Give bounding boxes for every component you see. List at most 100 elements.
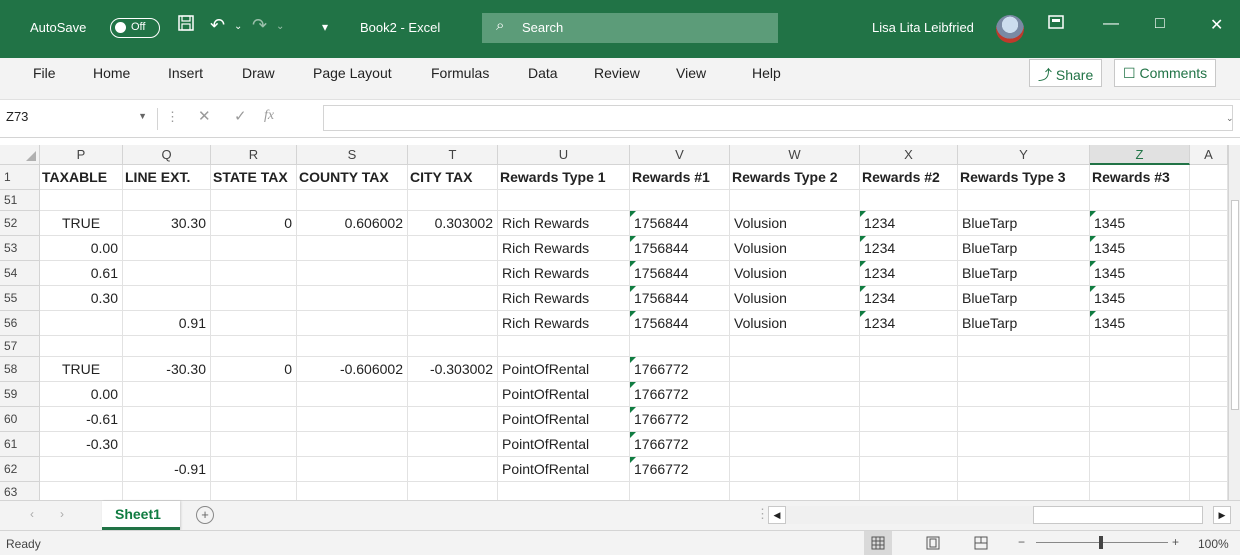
- cell-x55[interactable]: 1234: [860, 286, 958, 311]
- row-header-59[interactable]: 59: [0, 382, 40, 407]
- cell-z62[interactable]: [1090, 457, 1190, 482]
- cell-a54[interactable]: [1190, 261, 1228, 286]
- cell-w58[interactable]: [730, 357, 860, 382]
- cell-v62[interactable]: 1766772: [630, 457, 730, 482]
- cell-v59[interactable]: 1766772: [630, 382, 730, 407]
- cell-a56[interactable]: [1190, 311, 1228, 336]
- cell-p60[interactable]: -0.61: [40, 407, 123, 432]
- cell-r55[interactable]: [211, 286, 297, 311]
- cell-p58[interactable]: TRUE: [40, 357, 123, 382]
- cell-y61[interactable]: [958, 432, 1090, 457]
- cell-z52[interactable]: 1345: [1090, 211, 1190, 236]
- column-header-x[interactable]: X: [860, 145, 958, 165]
- cell-a52[interactable]: [1190, 211, 1228, 236]
- row-header-57[interactable]: 57: [0, 336, 40, 357]
- cell-u60[interactable]: PointOfRental: [498, 407, 630, 432]
- customize-icon[interactable]: ▾: [322, 20, 328, 34]
- select-all-corner[interactable]: [0, 145, 40, 165]
- cell-t57[interactable]: [408, 336, 498, 357]
- function-icon[interactable]: fx: [264, 108, 274, 124]
- cell-p57[interactable]: [40, 336, 123, 357]
- cell-w53[interactable]: Volusion: [730, 236, 860, 261]
- cell-q52[interactable]: 30.30: [123, 211, 211, 236]
- cell-s52[interactable]: 0.606002: [297, 211, 408, 236]
- cell-p62[interactable]: [40, 457, 123, 482]
- row-header-54[interactable]: 54: [0, 261, 40, 286]
- cell-t55[interactable]: [408, 286, 498, 311]
- cell-t63[interactable]: [408, 482, 498, 500]
- cell-u56[interactable]: Rich Rewards: [498, 311, 630, 336]
- cell-p56[interactable]: [40, 311, 123, 336]
- ribbon-display-icon[interactable]: [1048, 15, 1064, 34]
- cell-t62[interactable]: [408, 457, 498, 482]
- cell-u57[interactable]: [498, 336, 630, 357]
- undo-icon[interactable]: ↶: [210, 15, 225, 36]
- cell-s63[interactable]: [297, 482, 408, 500]
- tab-formulas[interactable]: Formulas: [431, 65, 489, 81]
- cell-z58[interactable]: [1090, 357, 1190, 382]
- column-header-s[interactable]: S: [297, 145, 408, 165]
- cell-x59[interactable]: [860, 382, 958, 407]
- cell-t52[interactable]: 0.303002: [408, 211, 498, 236]
- save-icon[interactable]: [178, 15, 194, 36]
- cell-u58[interactable]: PointOfRental: [498, 357, 630, 382]
- cell-u54[interactable]: Rich Rewards: [498, 261, 630, 286]
- cell-w62[interactable]: [730, 457, 860, 482]
- tab-review[interactable]: Review: [594, 65, 640, 81]
- cell-s60[interactable]: [297, 407, 408, 432]
- cell-a57[interactable]: [1190, 336, 1228, 357]
- column-header-r[interactable]: R: [211, 145, 297, 165]
- scroll-left-icon[interactable]: ‹: [30, 507, 34, 521]
- cell-a59[interactable]: [1190, 382, 1228, 407]
- cell-p1[interactable]: TAXABLE: [40, 165, 123, 190]
- cell-z55[interactable]: 1345: [1090, 286, 1190, 311]
- column-header-q[interactable]: Q: [123, 145, 211, 165]
- cell-p52[interactable]: TRUE: [40, 211, 123, 236]
- hscroll-left-icon[interactable]: ◀: [768, 506, 786, 524]
- cell-y52[interactable]: BlueTarp: [958, 211, 1090, 236]
- cell-u61[interactable]: PointOfRental: [498, 432, 630, 457]
- page-layout-view-icon[interactable]: [926, 536, 940, 553]
- cell-r62[interactable]: [211, 457, 297, 482]
- cell-r57[interactable]: [211, 336, 297, 357]
- row-header-51[interactable]: 51: [0, 190, 40, 211]
- cell-y51[interactable]: [958, 190, 1090, 211]
- cell-q62[interactable]: -0.91: [123, 457, 211, 482]
- cell-z56[interactable]: 1345: [1090, 311, 1190, 336]
- cell-v54[interactable]: 1756844: [630, 261, 730, 286]
- cell-x52[interactable]: 1234: [860, 211, 958, 236]
- cell-x53[interactable]: 1234: [860, 236, 958, 261]
- cell-z53[interactable]: 1345: [1090, 236, 1190, 261]
- user-name[interactable]: Lisa Lita Leibfried: [872, 20, 974, 35]
- cell-s58[interactable]: -0.606002: [297, 357, 408, 382]
- cell-u55[interactable]: Rich Rewards: [498, 286, 630, 311]
- cell-q59[interactable]: [123, 382, 211, 407]
- cell-w59[interactable]: [730, 382, 860, 407]
- cell-t60[interactable]: [408, 407, 498, 432]
- cell-u62[interactable]: PointOfRental: [498, 457, 630, 482]
- row-header-62[interactable]: 62: [0, 457, 40, 482]
- cell-r54[interactable]: [211, 261, 297, 286]
- cell-w57[interactable]: [730, 336, 860, 357]
- cell-s59[interactable]: [297, 382, 408, 407]
- cell-w61[interactable]: [730, 432, 860, 457]
- column-header-v[interactable]: V: [630, 145, 730, 165]
- column-header-a[interactable]: A: [1190, 145, 1228, 165]
- cell-r53[interactable]: [211, 236, 297, 261]
- cell-t58[interactable]: -0.303002: [408, 357, 498, 382]
- sheet-tab[interactable]: Sheet1: [102, 501, 180, 530]
- row-header-61[interactable]: 61: [0, 432, 40, 457]
- cell-y53[interactable]: BlueTarp: [958, 236, 1090, 261]
- cell-t61[interactable]: [408, 432, 498, 457]
- search-box[interactable]: ⌕ Search: [482, 13, 778, 43]
- cell-u63[interactable]: [498, 482, 630, 500]
- cell-u52[interactable]: Rich Rewards: [498, 211, 630, 236]
- cell-x60[interactable]: [860, 407, 958, 432]
- tab-data[interactable]: Data: [528, 65, 558, 81]
- cell-p55[interactable]: 0.30: [40, 286, 123, 311]
- cell-s56[interactable]: [297, 311, 408, 336]
- name-box[interactable]: Z73 ▼: [0, 108, 158, 130]
- cell-r1[interactable]: STATE TAX: [211, 165, 297, 190]
- cell-v53[interactable]: 1756844: [630, 236, 730, 261]
- horizontal-scrollbar-track[interactable]: [786, 506, 1033, 524]
